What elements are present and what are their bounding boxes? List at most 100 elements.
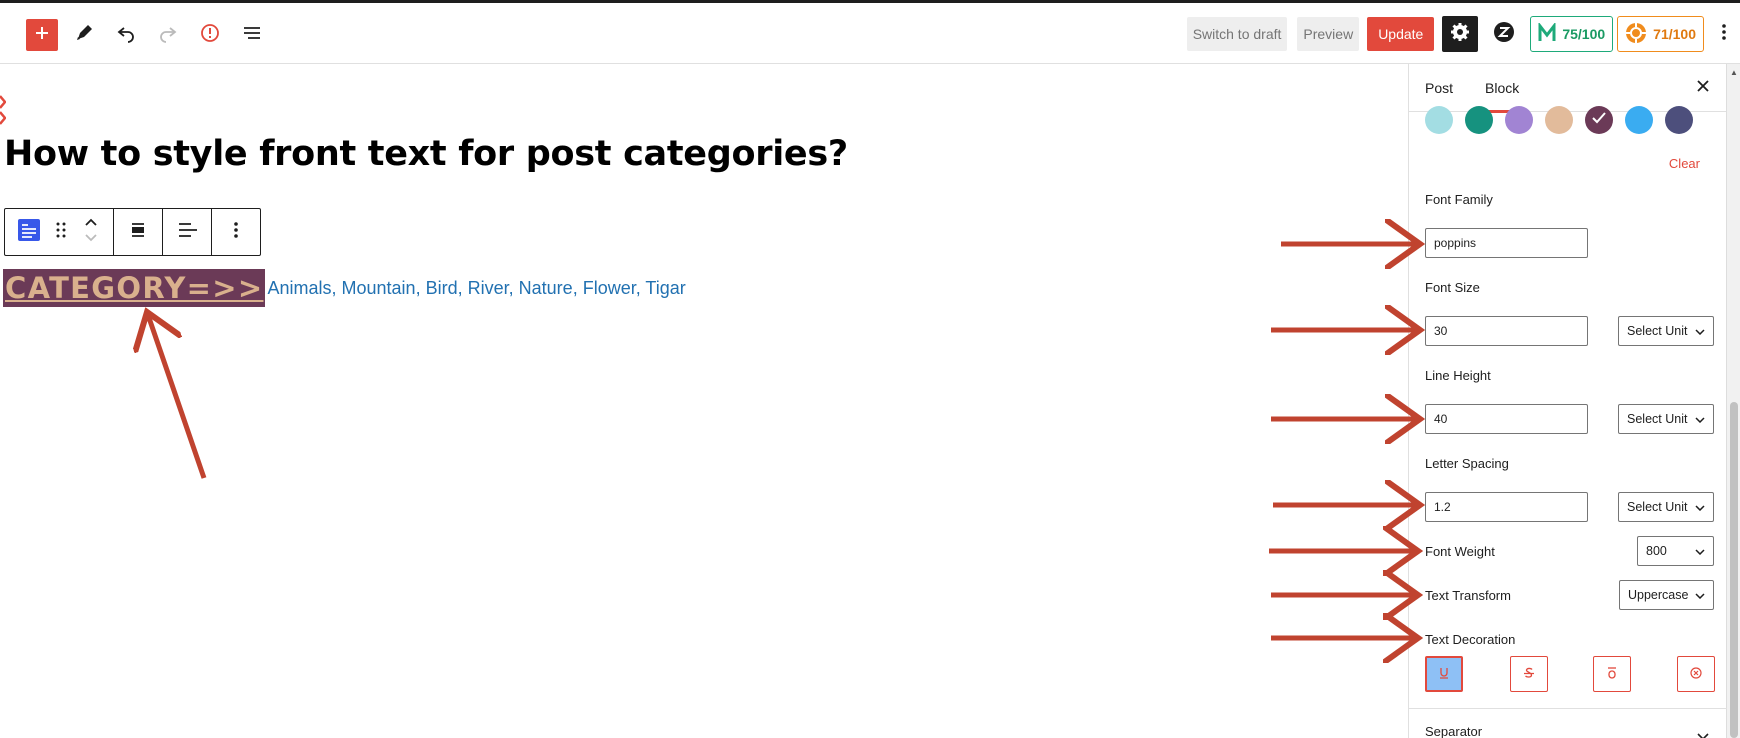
cancel-circle-icon xyxy=(1690,666,1702,682)
alignment-group xyxy=(114,209,163,255)
block-options-button[interactable] xyxy=(216,209,256,255)
block-type-group xyxy=(5,209,114,255)
readability-score-value: 71/100 xyxy=(1653,26,1696,42)
chevron-down-icon xyxy=(1695,588,1705,602)
checkmark-icon xyxy=(1592,111,1606,129)
block-type-button[interactable] xyxy=(9,209,49,255)
readability-score-badge[interactable]: 71/100 xyxy=(1617,16,1704,52)
category-link[interactable]: Tigar xyxy=(645,278,685,298)
category-list: Animals, Mountain, Bird, River, Nature, … xyxy=(267,277,686,298)
list-view-button[interactable] xyxy=(236,19,268,51)
settings-button[interactable] xyxy=(1442,16,1479,52)
line-height-unit-select[interactable]: Select Unit xyxy=(1618,404,1714,434)
letter-spacing-label: Letter Spacing xyxy=(1425,456,1509,471)
overline-button[interactable] xyxy=(1593,656,1631,692)
more-vertical-icon xyxy=(233,220,239,245)
header-toolbar-right: Switch to draft Preview Update 75/100 71… xyxy=(1186,16,1740,52)
undo-button[interactable] xyxy=(110,19,142,51)
pencil-icon xyxy=(74,23,94,48)
font-family-input[interactable]: poppins xyxy=(1425,228,1588,258)
text-align-button[interactable] xyxy=(167,209,207,255)
overline-icon xyxy=(1606,666,1618,683)
font-weight-select[interactable]: 800 xyxy=(1637,536,1714,566)
category-link[interactable]: Nature xyxy=(519,278,573,298)
editor-canvas[interactable]: How to style front text for post categor… xyxy=(0,64,1408,738)
post-title[interactable]: How to style front text for post categor… xyxy=(4,134,848,174)
font-size-unit-select[interactable]: Select Unit xyxy=(1618,316,1714,346)
tab-post[interactable]: Post xyxy=(1409,64,1469,112)
text-decoration-label: Text Decoration xyxy=(1425,632,1516,647)
settings-sidebar: Post Block ▲ Clear Font Family poppins F… xyxy=(1408,64,1740,738)
letter-spacing-unit-select[interactable]: Select Unit xyxy=(1618,492,1714,522)
clear-color-button[interactable]: Clear xyxy=(1669,156,1700,171)
details-button[interactable] xyxy=(194,19,226,51)
line-height-label: Line Height xyxy=(1425,368,1491,383)
zigzag-icon xyxy=(1493,21,1515,48)
color-swatch[interactable] xyxy=(1625,106,1653,134)
font-weight-value: 800 xyxy=(1646,544,1667,558)
category-link[interactable]: Flower xyxy=(583,278,636,298)
info-icon xyxy=(200,23,220,48)
redo-icon xyxy=(158,23,178,48)
block-align-button[interactable] xyxy=(118,209,158,255)
gear-icon xyxy=(1450,22,1470,47)
tools-button[interactable] xyxy=(68,19,100,51)
font-size-input[interactable]: 30 xyxy=(1425,316,1588,346)
color-swatch[interactable] xyxy=(1585,106,1613,134)
add-block-button[interactable] xyxy=(26,19,58,51)
line-height-input[interactable]: 40 xyxy=(1425,404,1588,434)
header-toolbar-left xyxy=(26,19,268,51)
chevron-down-icon xyxy=(1695,544,1705,558)
tab-block[interactable]: Block xyxy=(1469,64,1535,113)
block-toolbar xyxy=(4,208,261,256)
category-link[interactable]: Bird xyxy=(426,278,458,298)
redo-button[interactable] xyxy=(152,19,184,51)
text-transform-select[interactable]: Uppercase xyxy=(1619,580,1714,610)
no-decoration-button[interactable] xyxy=(1677,656,1715,692)
preview-button[interactable]: Preview xyxy=(1297,17,1360,51)
close-icon xyxy=(1697,79,1709,97)
readability-logo-icon xyxy=(1625,22,1647,47)
scroll-up-icon[interactable]: ▲ xyxy=(1730,68,1738,77)
drag-handle-icon xyxy=(56,222,66,243)
category-link[interactable]: Mountain xyxy=(342,278,416,298)
seo-logo-icon xyxy=(1538,21,1556,46)
plugin-button[interactable] xyxy=(1488,18,1520,50)
move-up-down-button[interactable] xyxy=(73,209,109,255)
color-swatch[interactable] xyxy=(1505,106,1533,134)
text-align-group xyxy=(163,209,212,255)
color-swatch[interactable] xyxy=(1425,106,1453,134)
align-center-icon xyxy=(128,220,148,245)
font-family-label: Font Family xyxy=(1425,192,1493,207)
update-button[interactable]: Update xyxy=(1367,17,1435,51)
align-left-icon xyxy=(176,220,198,245)
underline-icon xyxy=(1438,666,1450,683)
chevron-down-icon xyxy=(1695,412,1705,426)
color-swatch[interactable] xyxy=(1465,106,1493,134)
color-palette xyxy=(1425,106,1693,134)
options-menu-button[interactable] xyxy=(1708,18,1740,50)
chevron-up-down-icon xyxy=(84,216,98,249)
category-link[interactable]: Animals xyxy=(267,278,331,298)
seo-score-badge[interactable]: 75/100 xyxy=(1530,16,1614,52)
strikethrough-icon xyxy=(1523,666,1535,683)
chevron-down-icon xyxy=(1695,500,1705,514)
category-block-icon xyxy=(17,218,41,247)
color-swatch[interactable] xyxy=(1665,106,1693,134)
post-categories-block[interactable]: CATEGORY=>> Animals, Mountain, Bird, Riv… xyxy=(3,269,686,307)
font-size-label: Font Size xyxy=(1425,280,1480,295)
category-prefix-label: CATEGORY=>> xyxy=(3,269,266,307)
color-swatch[interactable] xyxy=(1545,106,1573,134)
switch-to-draft-button[interactable]: Switch to draft xyxy=(1186,17,1288,51)
letter-spacing-input[interactable]: 1.2 xyxy=(1425,492,1588,522)
scroll-thumb[interactable] xyxy=(1730,402,1738,738)
block-options-group xyxy=(212,209,260,255)
strikethrough-button[interactable] xyxy=(1510,656,1548,692)
drag-marker-icon xyxy=(0,92,7,126)
category-link[interactable]: River xyxy=(468,278,509,298)
sidebar-scrollbar[interactable]: ▲ xyxy=(1726,64,1740,738)
underline-button[interactable] xyxy=(1425,656,1463,692)
close-sidebar-button[interactable] xyxy=(1691,76,1715,100)
drag-handle-button[interactable] xyxy=(49,209,73,255)
sidebar-tabs: Post Block xyxy=(1409,64,1727,113)
